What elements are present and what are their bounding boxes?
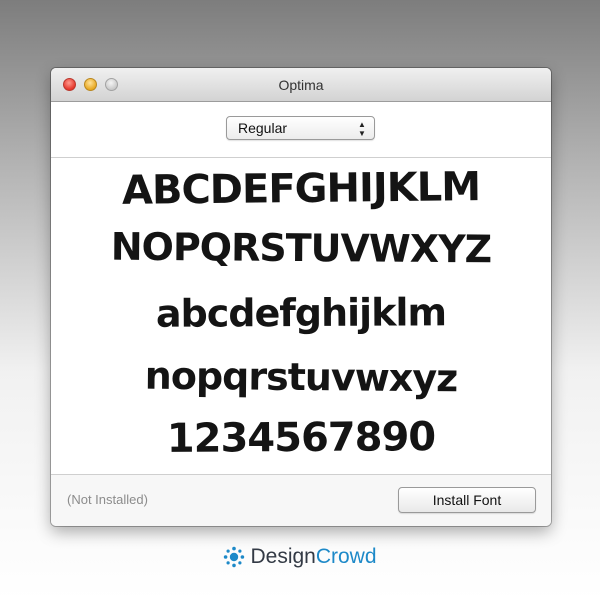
brand-name-design: Design	[250, 545, 316, 568]
window-title: Optima	[278, 77, 324, 93]
font-style-select[interactable]: Regular ▲ ▼	[226, 116, 375, 140]
title-bar[interactable]: Optima	[51, 68, 551, 102]
sample-lowercase-line-2: nopqrstuvwxyz	[144, 353, 458, 401]
font-book-window: Optima Regular ▲ ▼ ABCDEFGHIJKLM NOPQRST…	[51, 68, 551, 526]
select-arrows-icon: ▲ ▼	[358, 120, 366, 138]
designcrowd-logo: DesignCrowd	[0, 542, 600, 572]
font-preview-area: ABCDEFGHIJKLM NOPQRSTUVWXYZ abcdefghijkl…	[51, 158, 551, 474]
sample-uppercase-line-1: ABCDEFGHIJKLM	[121, 164, 481, 214]
sample-uppercase-line-2: NOPQRSTUVWXYZ	[110, 224, 492, 272]
starburst-logo-icon	[224, 546, 245, 568]
brand-name: DesignCrowd	[250, 545, 376, 569]
bottom-bar: (Not Installed) Install Font	[51, 474, 551, 526]
style-toolbar: Regular ▲ ▼	[51, 102, 551, 158]
install-font-button[interactable]: Install Font	[398, 487, 536, 513]
font-style-selected-value: Regular	[238, 120, 288, 136]
sample-digits-line: 1234567890	[166, 414, 436, 462]
install-status-text: (Not Installed)	[67, 492, 148, 507]
brand-name-crowd: Crowd	[315, 545, 377, 568]
sample-lowercase-line-1: abcdefghijklm	[155, 290, 447, 336]
